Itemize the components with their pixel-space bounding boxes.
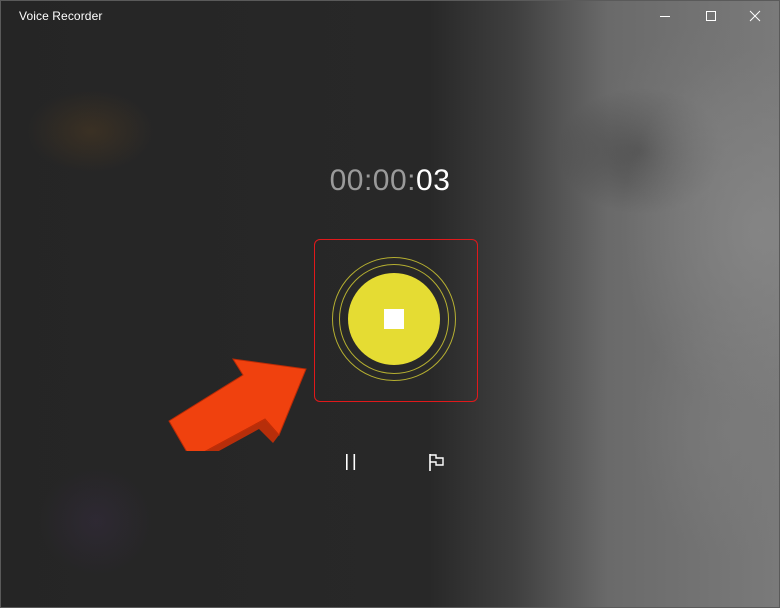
elapsed-time-prefix: 00:00: — [329, 164, 417, 197]
record-control — [332, 257, 456, 381]
annotation-arrow-icon — [168, 358, 307, 451]
app-title: Voice Recorder — [19, 9, 103, 23]
voice-recorder-window: Voice Recorder 00:00:03 — [0, 0, 780, 608]
elapsed-time-seconds: 03 — [416, 164, 451, 197]
pause-icon — [346, 454, 356, 470]
stop-recording-button[interactable] — [348, 273, 440, 365]
close-button[interactable] — [732, 1, 778, 31]
maximize-button[interactable] — [688, 1, 734, 31]
minimize-button[interactable] — [642, 1, 688, 31]
add-marker-button[interactable] — [422, 449, 450, 475]
title-bar[interactable]: Voice Recorder — [1, 1, 779, 33]
close-icon — [749, 10, 761, 22]
elapsed-time: 00:00:03 — [1, 164, 779, 198]
flag-icon — [429, 454, 444, 471]
stop-icon — [384, 309, 404, 329]
minimize-icon — [660, 16, 670, 17]
pause-button[interactable] — [337, 449, 365, 475]
maximize-icon — [706, 11, 716, 21]
